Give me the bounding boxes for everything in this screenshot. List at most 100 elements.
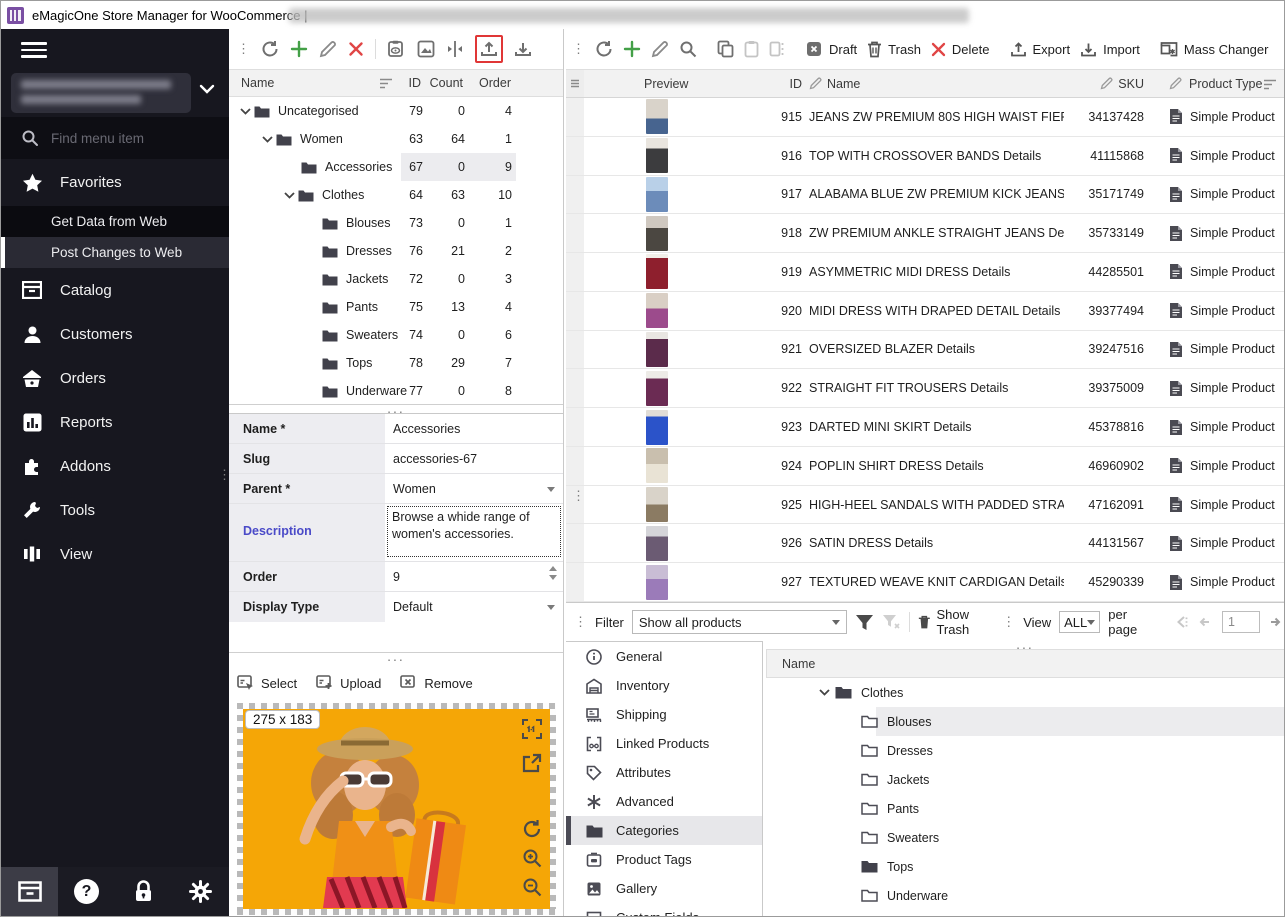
split-view-button[interactable]: [446, 40, 464, 58]
horizontal-splitter[interactable]: ...: [766, 641, 1284, 649]
filter-select[interactable]: Show all products: [632, 610, 847, 634]
slug-field[interactable]: accessories-67: [385, 444, 563, 473]
toolbar-grip[interactable]: ⋮: [237, 47, 250, 51]
assign-category-row-assigned[interactable]: Tops: [766, 852, 1284, 881]
sidebar-item-post-changes[interactable]: Post Changes to Web: [1, 237, 229, 268]
column-id[interactable]: ID: [776, 77, 802, 91]
sidebar-item-addons[interactable]: Addons: [1, 444, 229, 488]
sidebar-item-favorites[interactable]: Favorites: [1, 159, 229, 206]
assign-category-row[interactable]: Jackets: [766, 765, 1284, 794]
dock-help-button[interactable]: ?: [58, 867, 115, 916]
description-textarea[interactable]: Browse a whide range of women's accessor…: [387, 506, 561, 557]
import-button[interactable]: Import: [1080, 41, 1140, 58]
category-row[interactable]: Tops 78 29 7: [229, 349, 563, 377]
assign-category-row[interactable]: Clothes: [766, 678, 1284, 707]
select-image-button[interactable]: Select: [237, 675, 307, 691]
tab-gallery[interactable]: Gallery: [566, 874, 762, 903]
sidebar-item-reports[interactable]: Reports: [1, 400, 229, 444]
export-button[interactable]: Export: [1010, 41, 1071, 58]
preview-clipboard-button[interactable]: [387, 40, 406, 58]
display-type-select[interactable]: Default: [385, 592, 563, 622]
refresh-button[interactable]: [261, 40, 279, 58]
stepper-arrows[interactable]: [549, 566, 557, 580]
column-order[interactable]: Order: [479, 76, 511, 90]
chevron-down-icon[interactable]: [240, 108, 254, 115]
product-row[interactable]: 915 JEANS ZW PREMIUM 80S HIGH WAIST FIER…: [566, 98, 1284, 137]
apply-filter-icon[interactable]: [855, 614, 874, 631]
tab-linked-products[interactable]: Linked Products: [566, 729, 762, 758]
store-selector[interactable]: [1, 71, 229, 117]
tab-product-tags[interactable]: Product Tags: [566, 845, 762, 874]
category-row-selected[interactable]: Accessories 67 0 9: [229, 153, 563, 181]
parent-select[interactable]: Women: [385, 474, 563, 503]
next-page-button[interactable]: [1268, 615, 1284, 629]
sidebar-item-get-data[interactable]: Get Data from Web: [1, 206, 229, 237]
sidebar-item-tools[interactable]: Tools: [1, 488, 229, 532]
order-stepper[interactable]: 9: [385, 562, 563, 591]
column-sku[interactable]: SKU: [1064, 77, 1144, 91]
assign-category-row[interactable]: Pants: [766, 794, 1284, 823]
assign-category-row[interactable]: Underware: [766, 881, 1284, 910]
chevron-down-icon[interactable]: [262, 136, 276, 143]
assign-category-row[interactable]: Sweaters: [766, 823, 1284, 852]
assign-category-row[interactable]: Dresses: [766, 736, 1284, 765]
upload-image-button[interactable]: Upload: [316, 675, 391, 691]
edit-category-button[interactable]: [319, 40, 337, 58]
product-row[interactable]: 916 TOP WITH CROSSOVER BANDS Details 411…: [566, 137, 1284, 176]
delete-button[interactable]: Delete: [931, 42, 990, 57]
copy-button[interactable]: [717, 40, 734, 58]
chevron-down-icon[interactable]: [819, 689, 835, 696]
column-count[interactable]: Count: [430, 76, 463, 90]
gutter-splitter-handle[interactable]: ⋮: [572, 494, 585, 498]
tab-categories[interactable]: Categories: [566, 816, 762, 845]
product-row[interactable]: 926 SATIN DRESS Details 44131567 Simple …: [566, 524, 1284, 563]
open-external-icon[interactable]: [522, 753, 542, 773]
product-row[interactable]: 925 HIGH-HEEL SANDALS WITH PADDED STRAPS…: [566, 486, 1284, 525]
column-name[interactable]: Name: [229, 76, 274, 90]
column-id[interactable]: ID: [409, 76, 422, 90]
page-number-input[interactable]: [1222, 611, 1260, 633]
dock-settings-button[interactable]: [172, 867, 229, 916]
column-name[interactable]: Name: [782, 657, 815, 671]
assign-category-row-selected[interactable]: Blouses: [766, 707, 1284, 736]
dock-lock-button[interactable]: [115, 867, 172, 916]
product-row[interactable]: 919 ASYMMETRIC MIDI DRESS Details 442855…: [566, 253, 1284, 292]
search-input[interactable]: [51, 131, 201, 146]
image-edit-button[interactable]: [417, 40, 435, 58]
sidebar-item-catalog[interactable]: Catalog: [1, 268, 229, 312]
paste-button[interactable]: [744, 40, 759, 58]
category-row[interactable]: Jackets 72 0 3: [229, 265, 563, 293]
edit-product-button[interactable]: [651, 40, 669, 58]
column-name[interactable]: Name: [802, 77, 1064, 91]
tab-general[interactable]: General: [566, 642, 762, 671]
show-trash-button[interactable]: Show Trash: [918, 607, 994, 637]
category-row[interactable]: Blouses 73 0 1: [229, 209, 563, 237]
dock-catalog-button[interactable]: [1, 867, 58, 916]
header-grip-icon[interactable]: [566, 70, 584, 97]
refresh-button[interactable]: [595, 40, 613, 58]
view-per-page-select[interactable]: ALL: [1059, 611, 1100, 633]
add-category-button[interactable]: [290, 40, 308, 58]
download-image-button[interactable]: [514, 40, 532, 58]
product-row[interactable]: 927 TEXTURED WEAVE KNIT CARDIGAN Details…: [566, 563, 1284, 602]
trash-button[interactable]: Trash: [867, 41, 921, 58]
tab-attributes[interactable]: Attributes: [566, 758, 762, 787]
category-row[interactable]: Sweaters 74 0 6: [229, 321, 563, 349]
search-button[interactable]: [679, 40, 697, 58]
toolbar-grip[interactable]: ⋮: [574, 620, 587, 624]
clear-filter-icon[interactable]: [882, 614, 901, 631]
toolbar-grip[interactable]: ⋮: [1002, 620, 1015, 624]
upload-image-button-highlighted[interactable]: [475, 35, 503, 63]
category-row[interactable]: Dresses 76 21 2: [229, 237, 563, 265]
horizontal-splitter[interactable]: ...: [229, 404, 563, 413]
rotate-icon[interactable]: [522, 819, 542, 839]
product-row[interactable]: 924 POPLIN SHIRT DRESS Details 46960902 …: [566, 447, 1284, 486]
product-row[interactable]: 923 DARTED MINI SKIRT Details 45378816 S…: [566, 408, 1284, 447]
name-field[interactable]: Accessories: [385, 414, 563, 443]
category-row[interactable]: Clothes 64 63 10: [229, 181, 563, 209]
category-row[interactable]: Uncategorised 79 0 4: [229, 97, 563, 125]
product-row[interactable]: 918 ZW PREMIUM ANKLE STRAIGHT JEANS Deta…: [566, 214, 1284, 253]
hamburger-menu-icon[interactable]: [21, 38, 47, 62]
zoom-in-icon[interactable]: [522, 848, 542, 868]
toolbar-grip[interactable]: ⋮: [572, 47, 585, 51]
